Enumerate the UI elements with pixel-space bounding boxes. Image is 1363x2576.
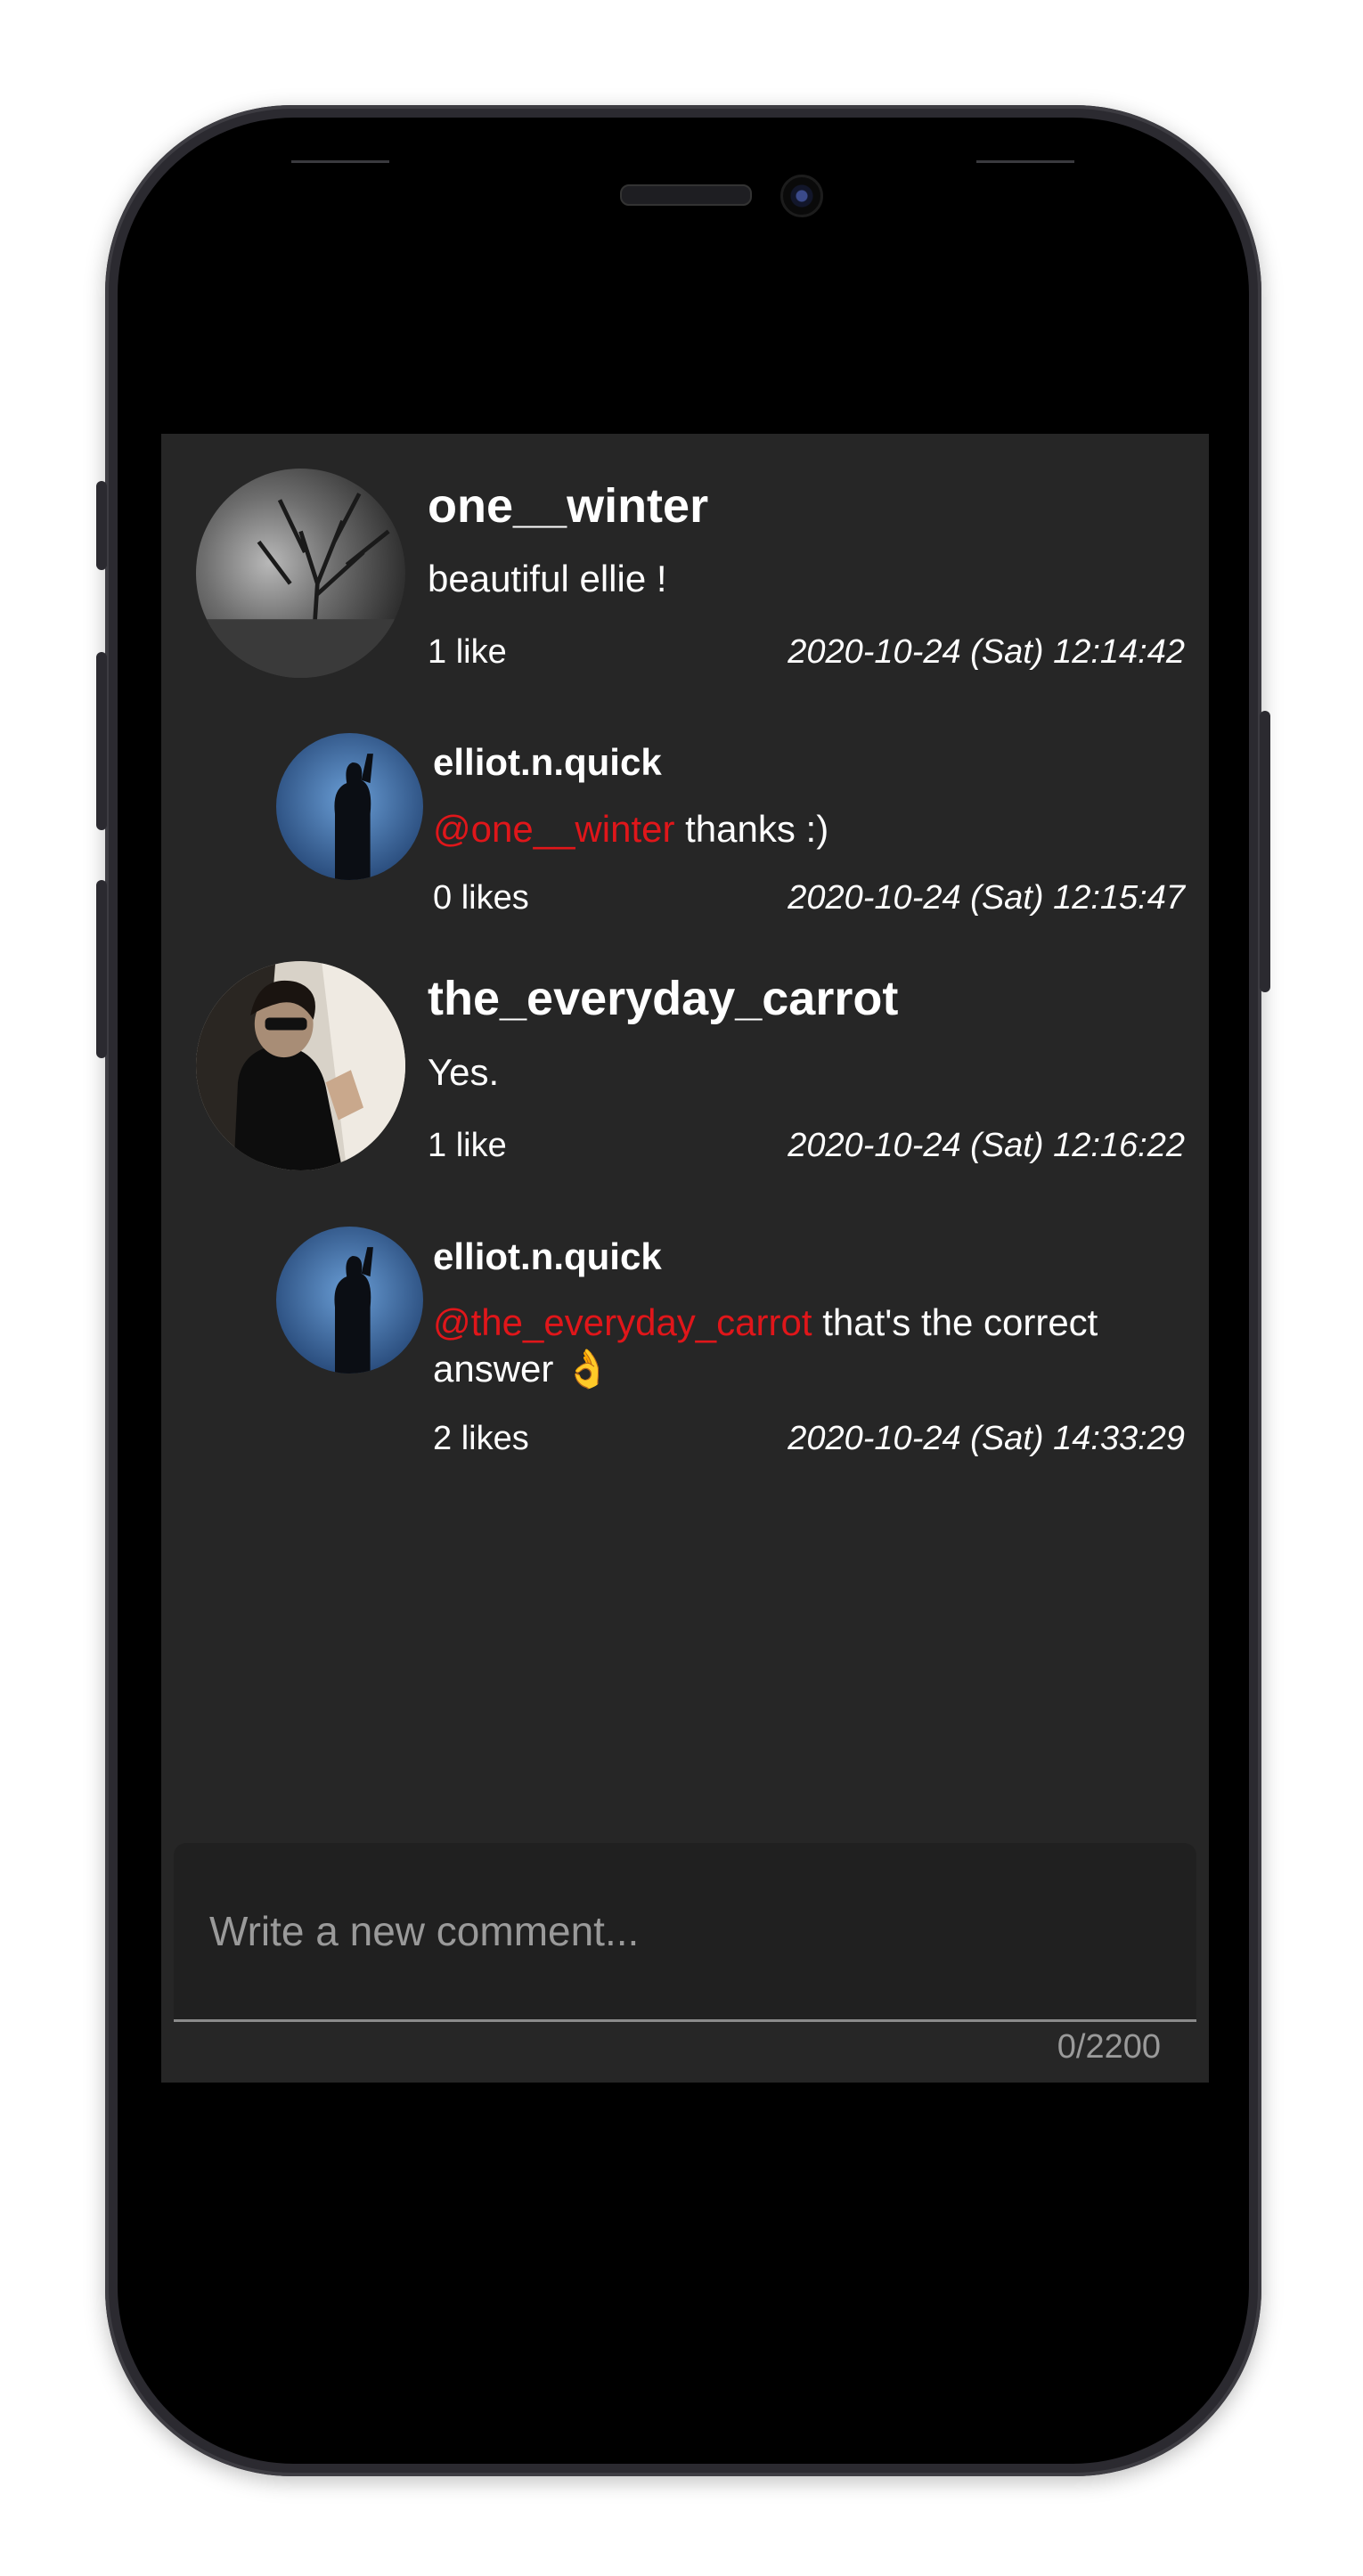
reply-username[interactable]: elliot.n.quick bbox=[433, 741, 662, 784]
comment-likes[interactable]: 1 like bbox=[428, 633, 507, 672]
reply-username[interactable]: elliot.n.quick bbox=[433, 1235, 662, 1278]
character-counter: 0/2200 bbox=[1057, 2028, 1161, 2066]
reply-timestamp: 2020-10-24 (Sat) 14:33:29 bbox=[788, 1420, 1185, 1457]
avatar-image bbox=[276, 1227, 423, 1374]
earpiece-speaker bbox=[620, 184, 752, 206]
comment-text: beautiful ellie ! bbox=[428, 556, 1176, 602]
new-comment-input[interactable] bbox=[208, 1895, 1155, 1968]
antenna-line bbox=[291, 160, 389, 163]
reply-text-body: thanks :) bbox=[674, 808, 829, 850]
phone-silent-switch bbox=[96, 481, 107, 570]
reply-mention-link[interactable]: @the_everyday_carrot bbox=[433, 1301, 812, 1343]
reply-likes[interactable]: 0 likes bbox=[433, 879, 529, 917]
reply-mention-link[interactable]: @one__winter bbox=[433, 808, 674, 850]
comment-text: Yes. bbox=[428, 1049, 1176, 1096]
comment-username[interactable]: one__winter bbox=[428, 478, 708, 534]
phone-volume-down-button bbox=[96, 880, 107, 1058]
comment-username[interactable]: the_everyday_carrot bbox=[428, 971, 898, 1026]
comment-text-body: Yes. bbox=[428, 1051, 500, 1093]
front-camera bbox=[780, 175, 823, 217]
comment-likes[interactable]: 1 like bbox=[428, 1127, 507, 1165]
comment-timestamp: 2020-10-24 (Sat) 12:14:42 bbox=[788, 633, 1185, 671]
phone-power-button bbox=[1260, 711, 1270, 992]
reply-text: @the_everyday_carrot that's the correct … bbox=[433, 1300, 1181, 1392]
avatar-image bbox=[196, 469, 405, 678]
comment-timestamp: 2020-10-24 (Sat) 12:16:22 bbox=[788, 1127, 1185, 1164]
antenna-line bbox=[976, 160, 1074, 163]
avatar-image bbox=[196, 961, 405, 1170]
avatar-image bbox=[276, 733, 423, 880]
reply-timestamp: 2020-10-24 (Sat) 12:15:47 bbox=[788, 879, 1185, 917]
comments-screen: one__winter beautiful ellie ! 1 like 202… bbox=[161, 434, 1209, 2083]
reply-likes[interactable]: 2 likes bbox=[433, 1420, 529, 1458]
avatar[interactable] bbox=[196, 469, 405, 678]
reply-text: @one__winter thanks :) bbox=[433, 806, 1181, 852]
phone-volume-up-button bbox=[96, 652, 107, 830]
comment-text-body: beautiful ellie ! bbox=[428, 558, 667, 599]
comment-composer bbox=[174, 1843, 1196, 2022]
avatar[interactable] bbox=[196, 961, 405, 1170]
avatar[interactable] bbox=[276, 733, 423, 880]
avatar[interactable] bbox=[276, 1227, 423, 1374]
